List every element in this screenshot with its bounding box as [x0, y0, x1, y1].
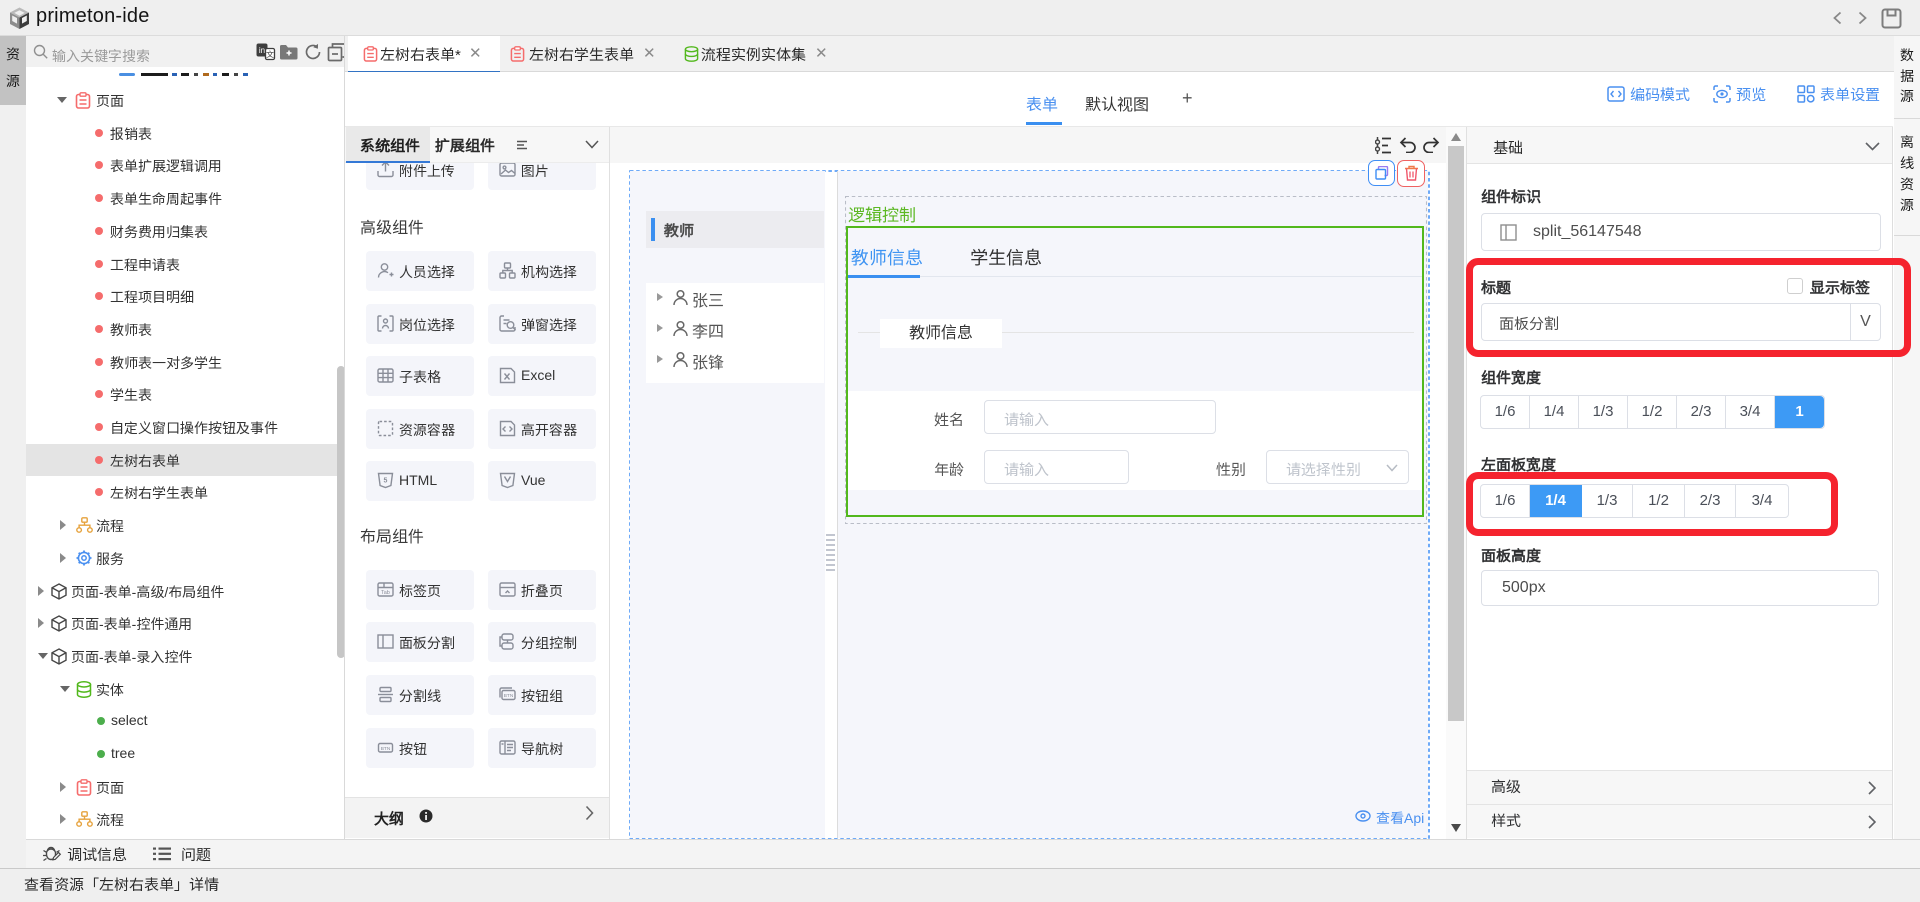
svg-text:BTN: BTN — [504, 693, 514, 699]
svg-text:文: 文 — [266, 50, 275, 60]
svg-text:Tab: Tab — [381, 590, 390, 596]
svg-text:BTN: BTN — [381, 746, 391, 752]
svg-text:in: in — [259, 46, 265, 55]
svg-text:5: 5 — [384, 478, 388, 485]
